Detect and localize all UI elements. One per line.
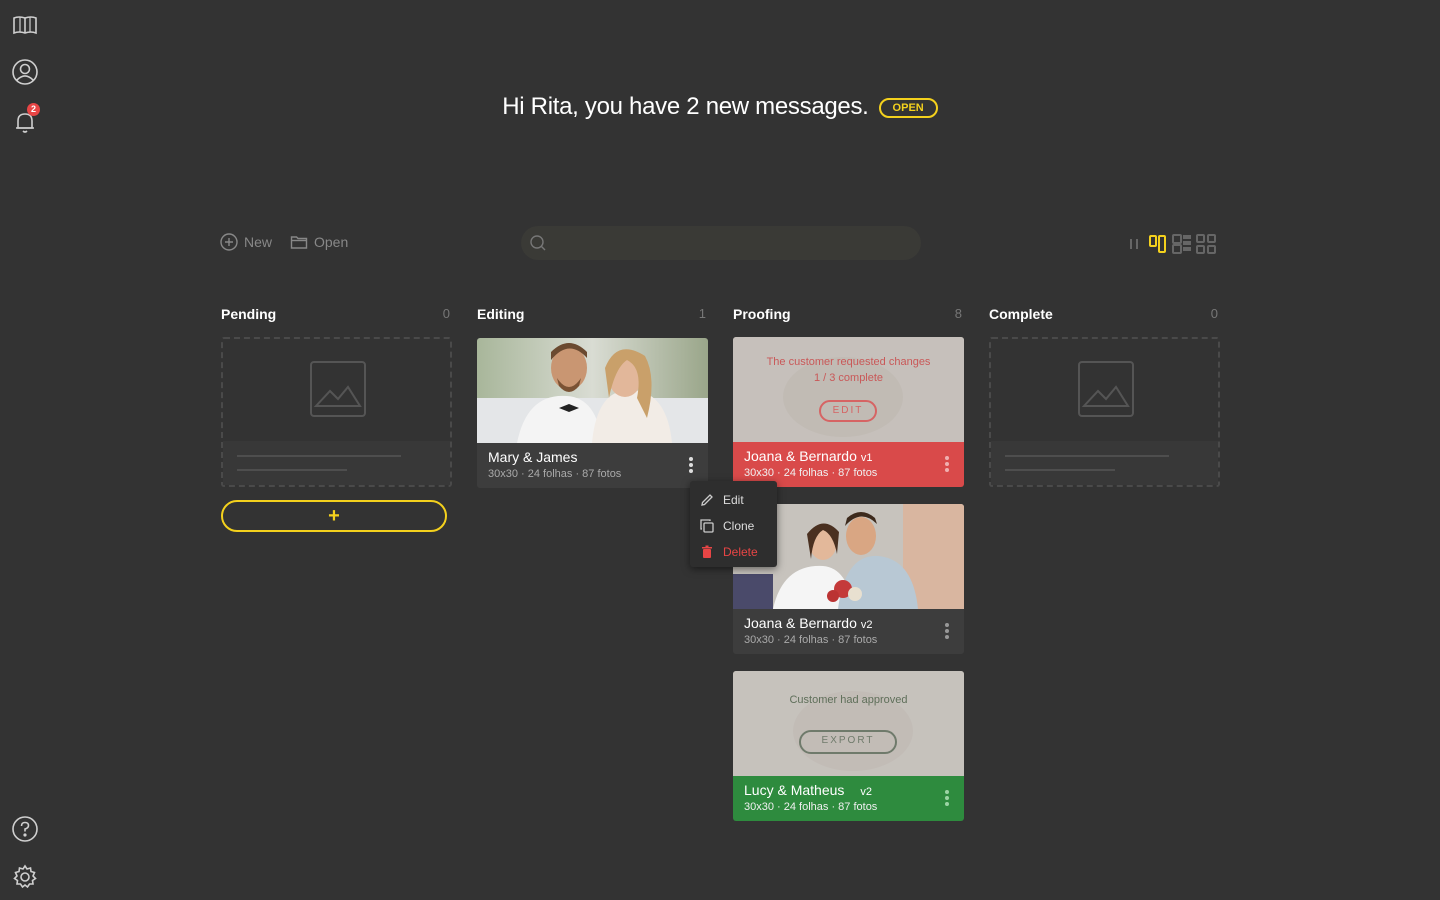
card-title: Mary & James xyxy=(488,449,578,465)
column-title: Complete xyxy=(989,306,1053,322)
settings-gear-icon[interactable] xyxy=(10,862,40,892)
project-card-joana-bernardo-v1[interactable]: The customer requested changes 1 / 3 com… xyxy=(733,337,964,487)
more-options-icon[interactable] xyxy=(688,457,694,475)
plus-icon: + xyxy=(328,504,340,527)
column-complete: Complete 0 xyxy=(989,306,1220,487)
menu-item-delete[interactable]: Delete xyxy=(690,539,777,565)
column-title: Pending xyxy=(221,306,277,322)
card-info: Lucy & Matheus v2 30x30 · 24 folhas · 87 … xyxy=(733,776,964,821)
pencil-icon xyxy=(701,494,713,506)
new-button[interactable]: New xyxy=(220,233,272,251)
card-meta: 30x30 · 24 folhas · 87 fotos xyxy=(744,634,878,646)
greeting-banner: Hi Rita, you have 2 new messages. OPEN xyxy=(0,93,1440,121)
card-title: Lucy & Matheus xyxy=(744,782,845,798)
progress-message: 1 / 3 complete xyxy=(813,372,884,384)
menu-item-edit[interactable]: Edit xyxy=(690,487,777,513)
card-info: Mary & James 30x30 · 24 folhas · 87 foto… xyxy=(477,443,708,488)
list-view-toggle[interactable] xyxy=(1124,234,1144,254)
new-button-label: New xyxy=(244,234,273,250)
card-title: Joana & Bernardo xyxy=(744,448,857,464)
folder-icon xyxy=(290,236,308,249)
column-pending: Pending 0 + xyxy=(221,306,452,532)
view-toggle-group xyxy=(1124,234,1216,254)
open-button-label: Open xyxy=(314,234,349,250)
add-project-button[interactable]: + xyxy=(221,500,447,532)
card-version: v2 xyxy=(860,619,873,631)
search-input[interactable] xyxy=(555,235,905,251)
blurred-photo: Customer had approved EXPORT xyxy=(733,671,964,776)
card-meta: 30x30 · 24 folhas · 87 fotos xyxy=(744,801,878,813)
wedding-photo xyxy=(477,338,708,443)
kanban-columns-icon xyxy=(1149,235,1166,253)
search-bar xyxy=(521,226,921,260)
card-context-menu: Edit Clone Delete xyxy=(690,481,777,567)
column-proofing: Proofing 8 The customer requested change… xyxy=(733,306,964,821)
empty-card-placeholder xyxy=(989,337,1220,487)
column-title: Editing xyxy=(477,306,525,322)
image-placeholder-icon xyxy=(310,361,366,417)
card-title: Joana & Bernardo xyxy=(744,615,857,631)
project-card-mary-james[interactable]: Mary & James 30x30 · 24 folhas · 87 foto… xyxy=(477,338,708,488)
compact-view-toggle[interactable] xyxy=(1172,234,1192,254)
card-info: Joana & Bernardo v2 30x30 · 24 folhas · 8… xyxy=(733,609,964,654)
book-icon[interactable] xyxy=(10,10,40,40)
sidebar: 2 xyxy=(0,0,50,900)
column-count: 1 xyxy=(698,306,706,321)
column-count: 0 xyxy=(1210,306,1218,321)
blurred-photo: The customer requested changes 1 / 3 com… xyxy=(733,337,964,442)
card-meta: 30x30 · 24 folhas · 87 fotos xyxy=(488,468,622,480)
menu-item-clone[interactable]: Clone xyxy=(690,513,777,539)
more-options-icon[interactable] xyxy=(944,456,950,474)
plus-circle-icon xyxy=(220,233,238,251)
menu-item-label: Delete xyxy=(723,545,758,559)
card-meta: 30x30 · 24 folhas · 87 fotos xyxy=(744,467,878,479)
empty-card-placeholder xyxy=(221,337,452,487)
user-profile-icon[interactable] xyxy=(10,57,40,87)
status-message: The customer requested changes xyxy=(766,356,931,368)
more-options-icon[interactable] xyxy=(944,790,950,808)
open-button[interactable]: Open xyxy=(290,233,348,251)
column-editing: Editing 1 Mary & James 30x30 · 24 folhas… xyxy=(477,306,708,488)
export-action-button[interactable]: EXPORT xyxy=(799,730,897,754)
grid-view-toggle[interactable] xyxy=(1196,234,1216,254)
open-messages-button[interactable]: OPEN xyxy=(878,98,938,118)
help-icon[interactable] xyxy=(10,814,40,844)
column-count: 8 xyxy=(954,306,962,321)
column-count: 0 xyxy=(442,306,450,321)
grid-icon xyxy=(1196,234,1216,254)
status-message: Customer had approved xyxy=(789,694,908,706)
image-placeholder-icon xyxy=(1078,361,1134,417)
copy-icon xyxy=(700,519,714,533)
kanban-view-toggle[interactable] xyxy=(1148,234,1168,254)
trash-icon xyxy=(702,545,712,558)
column-title: Proofing xyxy=(733,306,791,322)
more-options-icon[interactable] xyxy=(944,623,950,641)
menu-item-label: Clone xyxy=(723,519,755,533)
project-card-lucy-matheus[interactable]: Customer had approved EXPORT Lucy & Math… xyxy=(733,671,964,821)
pause-list-icon xyxy=(1130,239,1138,249)
edit-action-button[interactable]: EDIT xyxy=(819,400,877,422)
mixed-grid-icon xyxy=(1172,234,1191,254)
search-icon xyxy=(530,235,546,251)
card-version: v1 xyxy=(860,452,873,464)
greeting-text: Hi Rita, you have 2 new messages. xyxy=(502,93,869,120)
menu-item-label: Edit xyxy=(723,493,744,507)
card-version: v2 xyxy=(860,786,873,798)
